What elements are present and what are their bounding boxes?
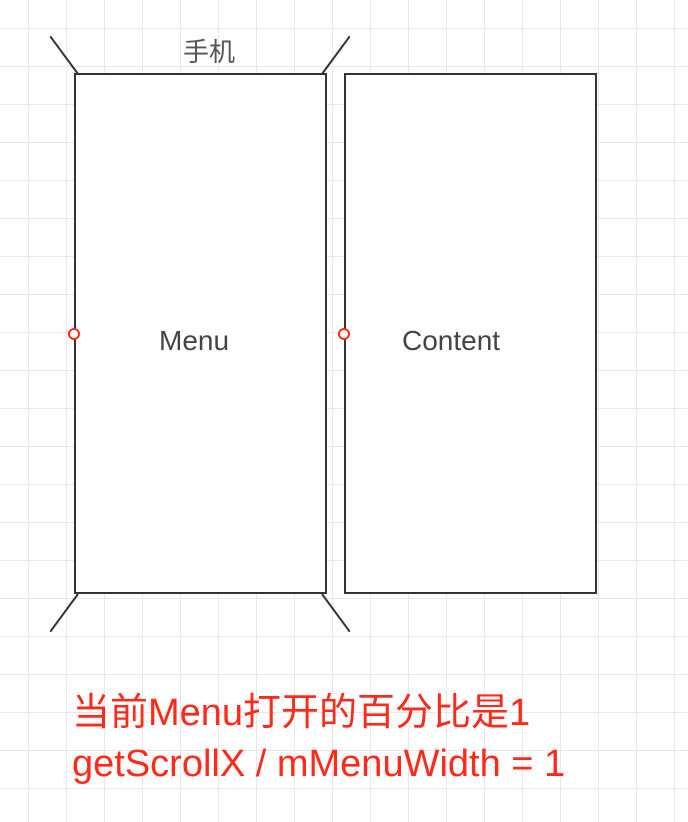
diagram-canvas: 手机 Menu Content 当前Menu打开的百分比是1 getScroll… — [0, 0, 688, 822]
caption-line-1: 当前Menu打开的百分比是1 — [72, 688, 565, 739]
content-label: Content — [402, 325, 500, 357]
corner-bracket-icon — [310, 36, 350, 76]
caption-text: 当前Menu打开的百分比是1 getScrollX / mMenuWidth =… — [72, 688, 565, 791]
anchor-dot-icon — [338, 328, 350, 340]
phone-label: 手机 — [183, 32, 235, 69]
corner-bracket-icon — [50, 36, 90, 76]
corner-bracket-icon — [50, 592, 90, 632]
caption-line-2: getScrollX / mMenuWidth = 1 — [72, 739, 565, 790]
corner-bracket-icon — [310, 592, 350, 632]
anchor-dot-icon — [68, 328, 80, 340]
menu-label: Menu — [159, 325, 229, 357]
